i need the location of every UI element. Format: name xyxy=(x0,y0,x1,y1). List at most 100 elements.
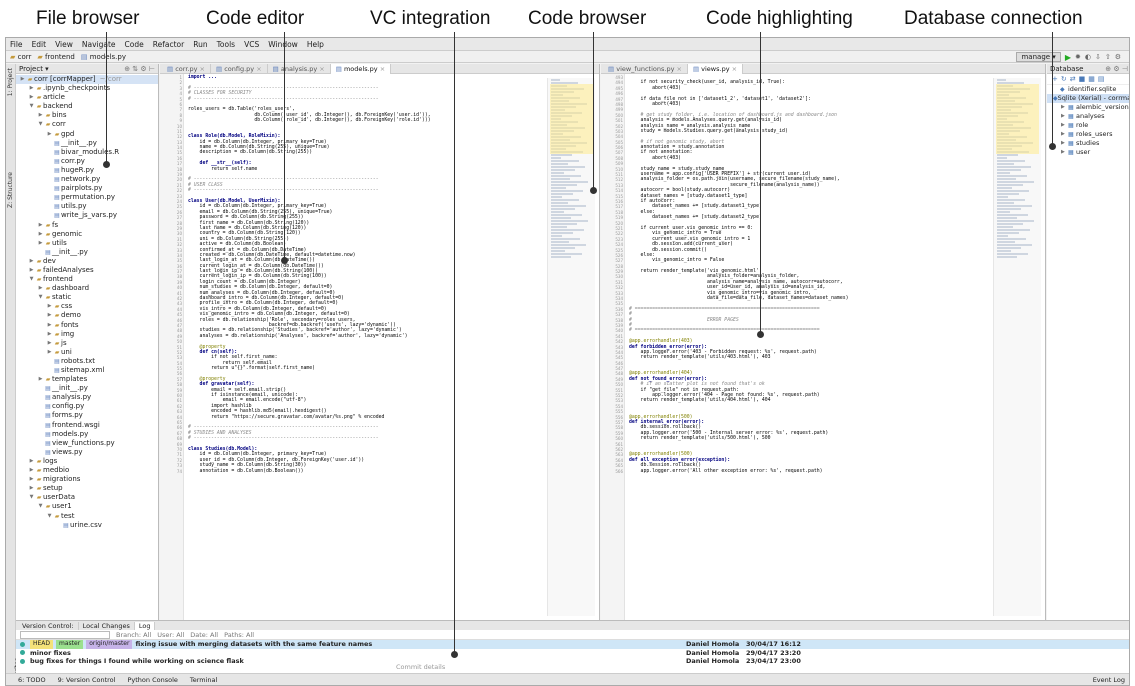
tree-file[interactable]: ▤ view_functions.py xyxy=(16,439,158,448)
event-log[interactable]: Event Log xyxy=(1093,676,1125,684)
tree-file[interactable]: ▤ write_js_vars.py xyxy=(16,211,158,220)
run-icon[interactable]: ▶ xyxy=(1065,53,1071,62)
code-area-right[interactable]: if not security_check(user_id, analysis_… xyxy=(629,75,985,474)
tree-file[interactable]: ▤ __init__.py xyxy=(16,248,158,257)
run-config-select[interactable]: manage ▾ xyxy=(1016,52,1061,62)
close-tab-icon[interactable]: × xyxy=(674,65,681,73)
tab-log[interactable]: Log xyxy=(134,621,156,630)
tree-folder[interactable]: ▶ ▰ failedAnalyses xyxy=(16,266,158,275)
menu-item-tools[interactable]: Tools xyxy=(217,40,235,49)
tree-file[interactable]: ▤ permutation.py xyxy=(16,193,158,202)
tree-file[interactable]: ▤ bivar_modules.R xyxy=(16,148,158,157)
tool-window-structure[interactable]: Z: Structure xyxy=(7,172,14,208)
tree-folder[interactable]: ▶ ▰ css xyxy=(16,302,158,311)
filter-branch[interactable]: Branch: All xyxy=(116,631,151,639)
close-tab-icon[interactable]: × xyxy=(197,65,205,73)
breadcrumb-folder[interactable]: ▰ frontend xyxy=(37,53,74,61)
refresh-icon[interactable]: ↻ xyxy=(1061,75,1067,83)
menu-item-edit[interactable]: Edit xyxy=(32,40,47,49)
minimap-viewport[interactable] xyxy=(996,84,1039,154)
menu-item-view[interactable]: View xyxy=(55,40,73,49)
tree-folder[interactable]: ▼ ▰ userData xyxy=(16,493,158,502)
tree-file[interactable]: ▤ analysis.py xyxy=(16,393,158,402)
tree-file[interactable]: ▤ robots.txt xyxy=(16,357,158,366)
tree-folder[interactable]: ▶ ▰ uni xyxy=(16,348,158,357)
menu-item-file[interactable]: File xyxy=(10,40,23,49)
close-tab-icon[interactable]: × xyxy=(254,65,261,73)
tree-file[interactable]: ▤ sitemap.xml xyxy=(16,366,158,375)
menu-item-help[interactable]: Help xyxy=(307,40,324,49)
tab-views-py[interactable]: ▤ views.py × xyxy=(687,64,744,74)
tab-view-functions-py[interactable]: ▤ view_functions.py × xyxy=(603,64,688,74)
tree-folder[interactable]: ▼ ▰ static xyxy=(16,293,158,302)
tree-file[interactable]: ▤ frontend.wsgi xyxy=(16,421,158,430)
filter-paths[interactable]: Paths: All xyxy=(224,631,254,639)
minimap-viewport[interactable] xyxy=(550,84,593,154)
db-table-item[interactable]: ▶ ▦ alembic_version xyxy=(1047,103,1129,112)
settings-icon[interactable]: ⚙ xyxy=(1115,53,1121,61)
close-tab-icon[interactable]: × xyxy=(317,65,324,73)
tree-folder[interactable]: ▶ ▰ js xyxy=(16,339,158,348)
tab-analysis-py[interactable]: ▤ analysis.py × xyxy=(268,64,331,74)
tree-folder[interactable]: ▼ ▰ user1 xyxy=(16,502,158,511)
tree-folder[interactable]: ▼ ▰ test xyxy=(16,512,158,521)
vcs-update-icon[interactable]: ⇩ xyxy=(1095,53,1101,61)
code-minimap[interactable] xyxy=(547,78,595,616)
vcs-commit-icon[interactable]: ⇧ xyxy=(1105,53,1111,61)
stop-icon[interactable]: ■ xyxy=(1079,75,1086,83)
tree-folder[interactable]: ▶ ▰ fonts xyxy=(16,321,158,330)
tree-folder[interactable]: ▶ ▰ corr [corrMapper] ~/corr xyxy=(16,75,158,85)
tree-file[interactable]: ▤ corr.py xyxy=(16,157,158,166)
debug-icon[interactable]: ✹ xyxy=(1075,53,1081,61)
console-icon[interactable]: ▤ xyxy=(1098,75,1105,83)
tab-models-py[interactable]: ▤ models.py × xyxy=(330,64,392,74)
database-tools-icon[interactable]: ⊕ ⚙ ⊣ xyxy=(1105,65,1128,73)
tree-folder[interactable]: ▶ ▰ img xyxy=(16,330,158,339)
tree-file[interactable]: ▤ __init__.py xyxy=(16,384,158,393)
commit-row[interactable]: HEAD master origin/master fixing issue with… xyxy=(16,640,1129,649)
tree-file[interactable]: ▤ pairplots.py xyxy=(16,184,158,193)
version-control-tool[interactable]: 9: Version Control xyxy=(58,676,116,684)
tree-file[interactable]: ▤ network.py xyxy=(16,175,158,184)
tree-folder[interactable]: ▶ ▰ demo xyxy=(16,311,158,320)
todo-tool[interactable]: 6: TODO xyxy=(18,676,46,684)
terminal-tool[interactable]: Terminal xyxy=(190,676,217,684)
db-table-item[interactable]: ▶ ▦ roles_users xyxy=(1047,130,1129,139)
breadcrumb-root[interactable]: ▰ corr xyxy=(10,53,31,61)
menu-item-navigate[interactable]: Navigate xyxy=(82,40,116,49)
tree-folder[interactable]: ▶ ▰ article xyxy=(16,93,158,102)
tree-file[interactable]: ▤ forms.py xyxy=(16,411,158,420)
tree-folder[interactable]: ▶ ▰ bins xyxy=(16,111,158,120)
db-table-item[interactable]: ▶ ▦ user xyxy=(1047,148,1129,157)
tree-file[interactable]: ▤ __init__.py xyxy=(16,139,158,148)
filter-user[interactable]: User: All xyxy=(157,631,184,639)
tree-folder[interactable]: ▶ ▰ gpd xyxy=(16,130,158,139)
tab-local-changes[interactable]: Local Changes xyxy=(79,621,135,630)
db-table-item[interactable]: ▶ ▦ analyses xyxy=(1047,112,1129,121)
tree-folder[interactable]: ▶ ▰ utils xyxy=(16,239,158,248)
menu-item-run[interactable]: Run xyxy=(193,40,207,49)
datasource-item[interactable]: ◆ Sqlite (Xerial) - corrmap xyxy=(1047,94,1129,103)
menu-item-refactor[interactable]: Refactor xyxy=(153,40,184,49)
tab-corr-py[interactable]: ▤ corr.py × xyxy=(162,64,211,74)
tree-folder[interactable]: ▶ ▰ setup xyxy=(16,484,158,493)
commit-row[interactable]: minor fixes Daniel Homola 29/04/17 23:20 xyxy=(16,649,1129,658)
tree-folder[interactable]: ▶ ▰ dev xyxy=(16,257,158,266)
datasource-item[interactable]: ◆ identifier.sqlite xyxy=(1047,85,1129,94)
menu-item-code[interactable]: Code xyxy=(125,40,144,49)
db-table-item[interactable]: ▶ ▦ role xyxy=(1047,121,1129,130)
code-area[interactable]: import ... # ----------------------------… xyxy=(188,75,539,474)
table-icon[interactable]: ▦ xyxy=(1088,75,1095,83)
tree-folder[interactable]: ▼ ▰ corr xyxy=(16,120,158,129)
project-view-select[interactable]: Project ▾ xyxy=(19,65,49,73)
sync-icon[interactable]: ⇄ xyxy=(1070,75,1076,83)
tree-folder[interactable]: ▶ ▰ medbio xyxy=(16,466,158,475)
tree-file[interactable]: ▤ models.py xyxy=(16,430,158,439)
commit-row[interactable]: bug fixes for things I found while worki… xyxy=(16,657,1129,666)
tool-window-project[interactable]: 1: Project xyxy=(7,68,14,96)
vc-search-input[interactable] xyxy=(20,630,110,639)
project-tools-icon[interactable]: ⊕ ⇅ ⚙ ⊢ xyxy=(124,65,155,73)
tab-config-py[interactable]: ▤ config.py × xyxy=(211,64,268,74)
tree-folder[interactable]: ▶ ▰ dashboard xyxy=(16,284,158,293)
tree-file[interactable]: ▤ utils.py xyxy=(16,202,158,211)
